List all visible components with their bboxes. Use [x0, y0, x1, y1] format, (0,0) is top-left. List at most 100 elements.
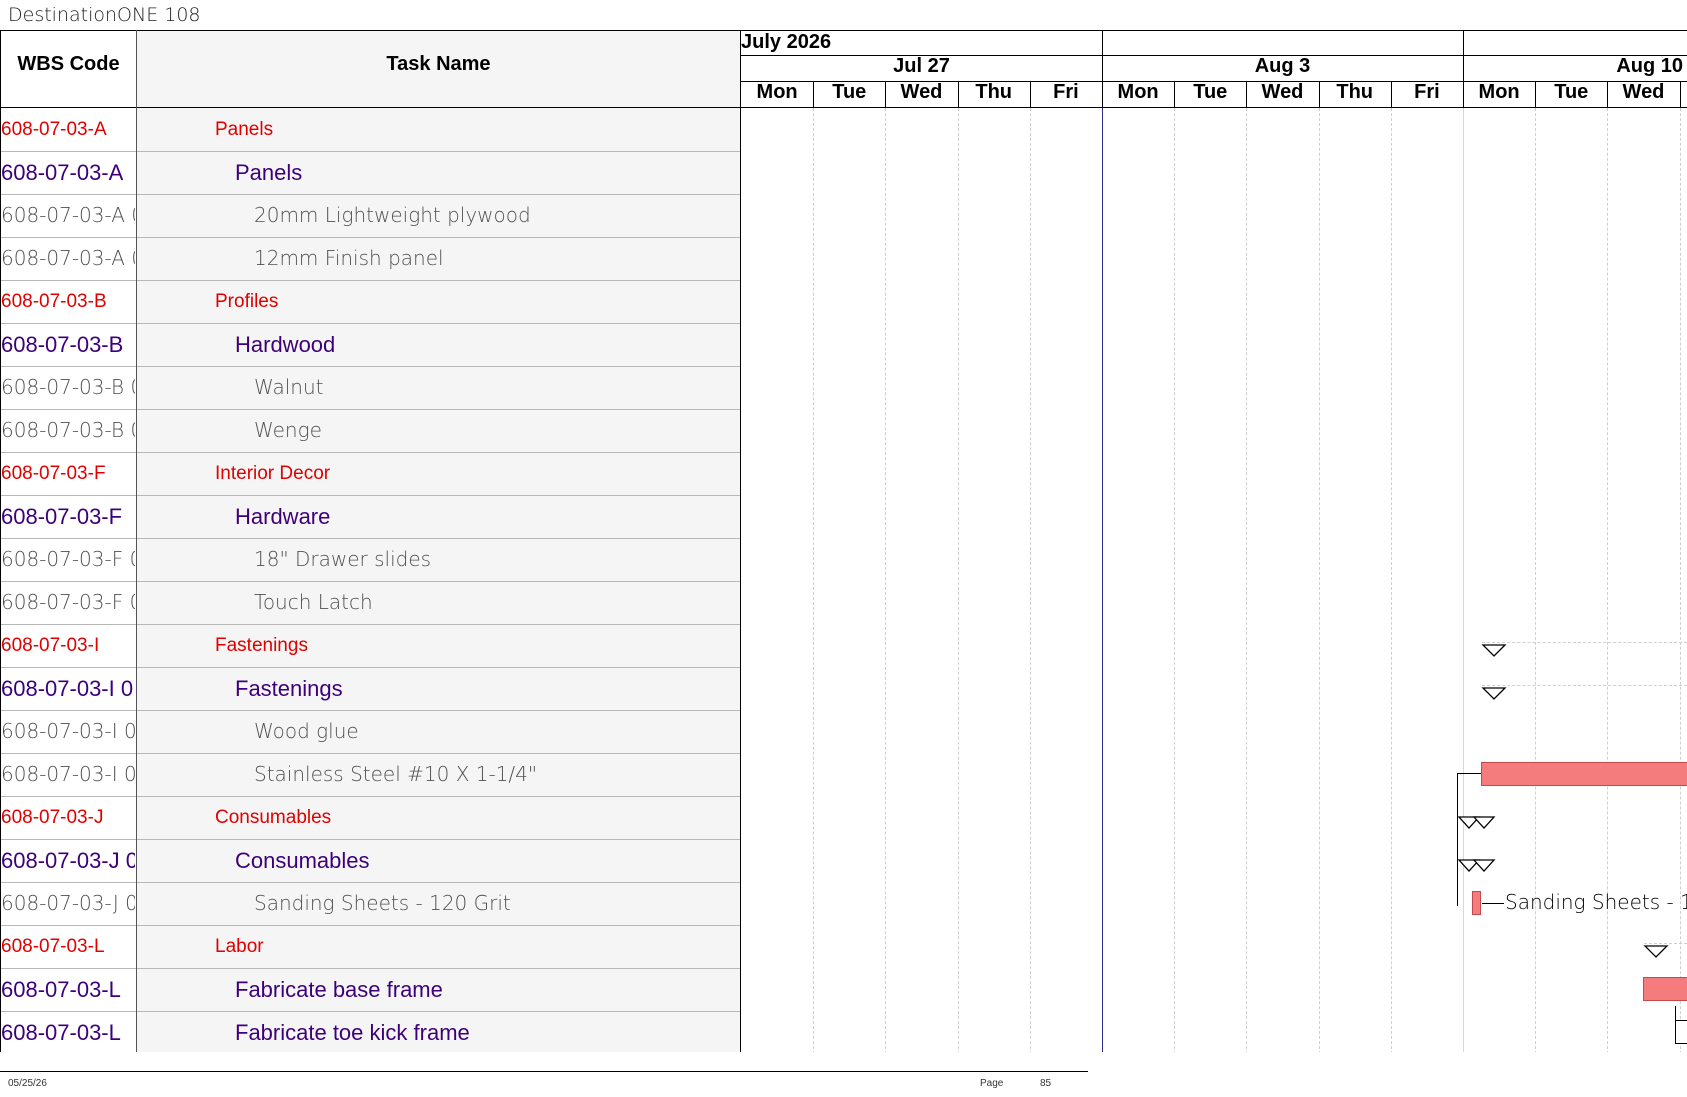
table-row[interactable]: 608-07-03-B Hardwood	[0, 323, 740, 366]
task-name-cell: Consumables	[235, 848, 370, 873]
table-row[interactable]: 608-07-03-B 0 Walnut	[0, 366, 740, 409]
dependency-line	[1457, 773, 1481, 774]
day-gridline	[957, 108, 959, 1052]
table-row[interactable]: 608-07-03-F Interior Decor	[0, 452, 740, 495]
day-header: Tue	[832, 81, 867, 103]
table-row[interactable]: 608-07-03-F Hardware	[0, 495, 740, 538]
day-border	[957, 81, 959, 108]
wbs-column-header[interactable]: WBS Code	[0, 53, 137, 76]
grid-top-border	[0, 30, 1687, 31]
task-name-cell: Interior Decor	[215, 463, 331, 484]
task-name-cell: Profiles	[215, 291, 279, 312]
table-row[interactable]: 608-07-03-I 0 Fastenings	[0, 667, 740, 710]
task-bar-toe-kick-frame[interactable]	[1675, 1020, 1687, 1044]
row-divider	[0, 968, 740, 969]
task-column-header[interactable]: Task Name	[137, 53, 740, 76]
wbs-code-cell: 608-07-03-A 0	[1, 203, 135, 227]
wbs-code-cell: 608-07-03-L	[1, 1020, 121, 1045]
table-row[interactable]: 608-07-03-A 0 20mm Lightweight plywood	[0, 194, 740, 237]
table-row[interactable]: 608-07-03-I Fastenings	[0, 624, 740, 667]
row-divider	[0, 925, 740, 926]
row-divider	[0, 237, 740, 238]
summary-line	[1644, 943, 1687, 944]
wbs-code-cell: 608-07-03-J	[1, 807, 104, 828]
task-name-cell: Walnut	[254, 375, 324, 399]
task-name-cell: Labor	[215, 936, 264, 957]
day-gridline	[1390, 108, 1392, 1052]
table-row[interactable]: 608-07-03-B Profiles	[0, 280, 740, 323]
day-border	[1607, 81, 1609, 108]
task-name-cell: 20mm Lightweight plywood	[254, 203, 531, 227]
wbs-code-cell: 608-07-03-A	[1, 119, 107, 140]
wbs-code-cell: 608-07-03-J 01	[1, 891, 135, 915]
week-gridline	[1102, 108, 1103, 1052]
table-row[interactable]: 608-07-03-J 0 Consumables	[0, 839, 740, 882]
row-divider	[0, 624, 740, 625]
table-row[interactable]: 608-07-03-J 01 Sanding Sheets - 120 Grit	[0, 882, 740, 925]
gantt-table: WBS Code Task Name July 2026 Jul 27 Aug 3…	[0, 30, 1687, 1052]
day-header: Mon	[756, 81, 798, 103]
task-bar-sanding-sheets[interactable]	[1472, 891, 1481, 915]
table-row[interactable]: 608-07-03-I 01 Stainless Steel #10 X 1-1/…	[0, 753, 740, 796]
row-divider	[0, 882, 740, 883]
table-row[interactable]: 608-07-03-J Consumables	[0, 796, 740, 839]
summary-marker-consumables[interactable]	[1457, 859, 1498, 873]
day-header: Wed	[1622, 81, 1665, 103]
wbs-code-cell: 608-07-03-I 01	[1, 719, 135, 743]
task-name-cell: Touch Latch	[254, 590, 373, 614]
wbs-code-cell: 608-07-03-J 0	[1, 848, 135, 873]
task-name-cell: Fastenings	[235, 676, 343, 701]
table-row[interactable]: 608-07-03-L Fabricate toe kick frame	[0, 1011, 740, 1052]
table-row[interactable]: 608-07-03-A 0 12mm Finish panel	[0, 237, 740, 280]
wbs-code-cell: 608-07-03-I	[1, 635, 100, 656]
row-divider	[0, 409, 740, 410]
table-row[interactable]: 608-07-03-L Fabricate base frame	[0, 968, 740, 1011]
row-divider	[0, 710, 740, 711]
table-row[interactable]: 608-07-03-L Labor	[0, 925, 740, 968]
row-divider	[0, 495, 740, 496]
wbs-code-cell: 608-07-03-F 0	[1, 590, 135, 614]
table-row[interactable]: 608-07-03-F 0 Touch Latch	[0, 581, 740, 624]
summary-line	[1482, 685, 1687, 686]
task-name-cell: Hardwood	[235, 332, 336, 357]
row-divider	[0, 280, 740, 281]
task-name-cell: Panels	[215, 119, 274, 140]
row-divider	[0, 1011, 740, 1012]
day-border	[1174, 81, 1176, 108]
row-divider	[0, 796, 740, 797]
summary-marker-consumables[interactable]	[1457, 816, 1498, 830]
table-row[interactable]: 608-07-03-A Panels	[0, 108, 740, 151]
wbs-code-cell: 608-07-03-L	[1, 936, 105, 957]
summary-line	[1482, 642, 1687, 643]
summary-marker-labor[interactable]	[1643, 945, 1669, 959]
task-name-cell: Stainless Steel #10 X 1-1/4"	[254, 762, 538, 786]
table-row[interactable]: 608-07-03-I 01 Wood glue	[0, 710, 740, 753]
task-name-cell: Hardware	[235, 504, 331, 529]
task-name-cell: Fabricate toe kick frame	[235, 1020, 470, 1045]
day-border	[1679, 81, 1681, 108]
day-border	[1535, 81, 1537, 108]
task-bar-base-frame[interactable]	[1643, 977, 1687, 1001]
wbs-column-border	[136, 30, 137, 1052]
row-divider	[0, 581, 740, 582]
wbs-code-cell: 608-07-03-F 0	[1, 547, 135, 571]
day-gridline	[813, 108, 815, 1052]
task-name-cell: Fastenings	[215, 635, 308, 656]
bar-label-leader	[1482, 903, 1504, 904]
task-bar-stainless-steel[interactable]	[1481, 762, 1687, 786]
summary-marker-fastenings[interactable]	[1481, 687, 1507, 701]
task-name-cell: Wenge	[254, 418, 322, 442]
wbs-code-cell: 608-07-03-I 01	[1, 762, 135, 786]
table-row[interactable]: 608-07-03-A Panels	[0, 151, 740, 194]
day-header: Tue	[1554, 81, 1589, 103]
day-header: Mon	[1117, 81, 1159, 103]
day-border	[1246, 81, 1248, 108]
day-border	[1102, 81, 1103, 108]
table-row[interactable]: 608-07-03-B 0 Wenge	[0, 409, 740, 452]
day-border	[813, 81, 815, 108]
table-row[interactable]: 608-07-03-F 0 18" Drawer slides	[0, 538, 740, 581]
summary-marker-fastenings[interactable]	[1481, 644, 1507, 658]
day-border	[1463, 81, 1464, 108]
day-header: Tue	[1193, 81, 1228, 103]
header-bottom-border	[0, 107, 1687, 108]
